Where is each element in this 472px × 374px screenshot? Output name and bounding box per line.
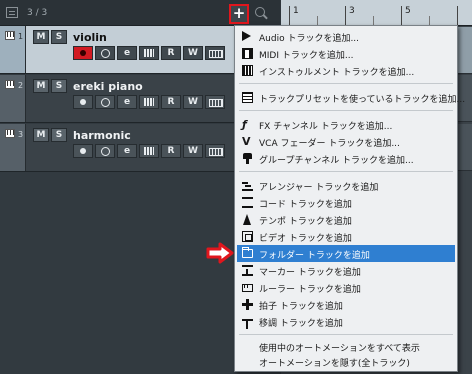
monitor-button[interactable]	[95, 144, 115, 158]
ruler-tick	[289, 6, 290, 26]
ruler-bar-label: 3	[349, 6, 355, 16]
arranger-icon	[242, 180, 253, 191]
menu-item-hide-automation[interactable]: オートメーションを隠す(全トラック)	[237, 353, 455, 370]
edit-button[interactable]: e	[117, 95, 137, 109]
menu-item-add-video-track[interactable]: ビデオ トラックを追加	[237, 228, 455, 245]
track-number-column: 3	[0, 124, 26, 171]
menu-item-add-tempo-track[interactable]: テンポ トラックを追加	[237, 211, 455, 228]
menu-item-add-transpose-track[interactable]: 移調 トラックを追加	[237, 313, 455, 330]
solo-button[interactable]: S	[51, 30, 67, 44]
audio-icon	[242, 31, 251, 41]
midi-icon	[242, 48, 253, 59]
track-number: 3	[18, 130, 24, 139]
track-number: 1	[18, 32, 24, 41]
track-number-column: 1	[0, 26, 26, 73]
instrument-icon	[242, 65, 253, 76]
folder-icon	[242, 247, 253, 258]
instrument-editor-button[interactable]	[139, 46, 159, 60]
fx-icon: ƒ	[242, 118, 247, 131]
mute-button[interactable]: M	[33, 79, 49, 93]
menu-separator	[239, 110, 453, 111]
edit-button[interactable]: e	[117, 144, 137, 158]
read-automation-button[interactable]: R	[161, 144, 181, 158]
monitor-button[interactable]	[95, 46, 115, 60]
menu-separator	[239, 334, 453, 335]
menu-item-add-signature-track[interactable]: 拍子 トラックを追加	[237, 296, 455, 313]
track-name[interactable]: ereki piano	[73, 80, 143, 93]
search-icon[interactable]	[255, 7, 265, 17]
track-count: 3 / 3	[27, 8, 48, 18]
track-list-menu-icon[interactable]	[6, 7, 18, 18]
record-enable-button[interactable]	[73, 144, 93, 158]
menu-item-add-ruler-track[interactable]: ルーラー トラックを追加	[237, 279, 455, 296]
ruler-bar-label: 1	[293, 6, 299, 16]
marker-icon	[242, 265, 253, 276]
menu-item-add-track-from-preset[interactable]: トラックプリセットを使っているトラックを追加...	[237, 89, 465, 106]
track-number-column: 2	[0, 75, 26, 122]
menu-item-add-instrument-track[interactable]: インストゥルメント トラックを追加...	[237, 62, 455, 79]
add-track-menu: Audio トラックを追加... MIDI トラックを追加... インストゥルメ…	[234, 25, 465, 372]
ruler-tick	[401, 6, 402, 26]
menu-item-add-midi-track[interactable]: MIDI トラックを追加...	[237, 45, 455, 62]
add-track-button[interactable]: +	[229, 4, 249, 24]
menu-item-add-arranger-track[interactable]: アレンジャー トラックを追加	[237, 177, 455, 194]
menu-separator	[239, 171, 453, 172]
ruler-icon	[242, 284, 253, 292]
solo-button[interactable]: S	[51, 128, 67, 142]
instrument-track-icon	[5, 31, 15, 40]
signature-icon	[242, 299, 253, 310]
record-enable-button[interactable]	[73, 95, 93, 109]
write-automation-button[interactable]: W	[183, 144, 203, 158]
menu-item-add-chord-track[interactable]: コード トラックを追加	[237, 194, 455, 211]
monitor-button[interactable]	[95, 95, 115, 109]
edit-button[interactable]: e	[117, 46, 137, 60]
instrument-editor-button[interactable]	[139, 144, 159, 158]
menu-item-add-fx-channel-track[interactable]: ƒ FX チャンネル トラックを追加...	[237, 116, 455, 133]
track-list-header: 3 / 3 +	[0, 0, 280, 26]
chord-icon	[242, 197, 253, 208]
read-automation-button[interactable]: R	[161, 46, 181, 60]
write-automation-button[interactable]: W	[183, 95, 203, 109]
menu-item-add-vca-fader-track[interactable]: V VCA フェーダー トラックを追加...	[237, 133, 455, 150]
mute-button[interactable]: M	[33, 128, 49, 142]
record-enable-button[interactable]	[73, 46, 93, 60]
keyboard-button[interactable]	[205, 46, 225, 60]
menu-item-add-folder-track[interactable]: フォルダー トラックを追加	[237, 245, 455, 262]
vca-icon: V	[242, 135, 251, 148]
instrument-track-icon	[5, 80, 15, 89]
menu-item-add-group-channel-track[interactable]: グループチャンネル トラックを追加...	[237, 150, 455, 167]
solo-button[interactable]: S	[51, 79, 67, 93]
track-number: 2	[18, 81, 24, 90]
track-name[interactable]: violin	[73, 31, 107, 44]
ruler-tick	[457, 6, 458, 26]
timeline-ruler[interactable]: 1 3 5	[281, 0, 472, 26]
write-automation-button[interactable]: W	[183, 46, 203, 60]
group-icon	[242, 153, 253, 164]
menu-item-add-audio-track[interactable]: Audio トラックを追加...	[237, 28, 455, 45]
keyboard-button[interactable]	[205, 95, 225, 109]
transpose-icon	[242, 316, 253, 329]
menu-separator	[239, 83, 453, 84]
tempo-icon	[242, 214, 253, 225]
video-icon	[242, 231, 253, 242]
red-pointer-arrow-icon	[206, 242, 234, 264]
keyboard-button[interactable]	[205, 144, 225, 158]
track-name[interactable]: harmonic	[73, 129, 131, 142]
preset-icon	[242, 92, 253, 103]
menu-item-add-marker-track[interactable]: マーカー トラックを追加	[237, 262, 455, 279]
read-automation-button[interactable]: R	[161, 95, 181, 109]
ruler-bar-label: 5	[405, 6, 411, 16]
mute-button[interactable]: M	[33, 30, 49, 44]
instrument-editor-button[interactable]	[139, 95, 159, 109]
instrument-track-icon	[5, 129, 15, 138]
ruler-tick	[345, 6, 346, 26]
